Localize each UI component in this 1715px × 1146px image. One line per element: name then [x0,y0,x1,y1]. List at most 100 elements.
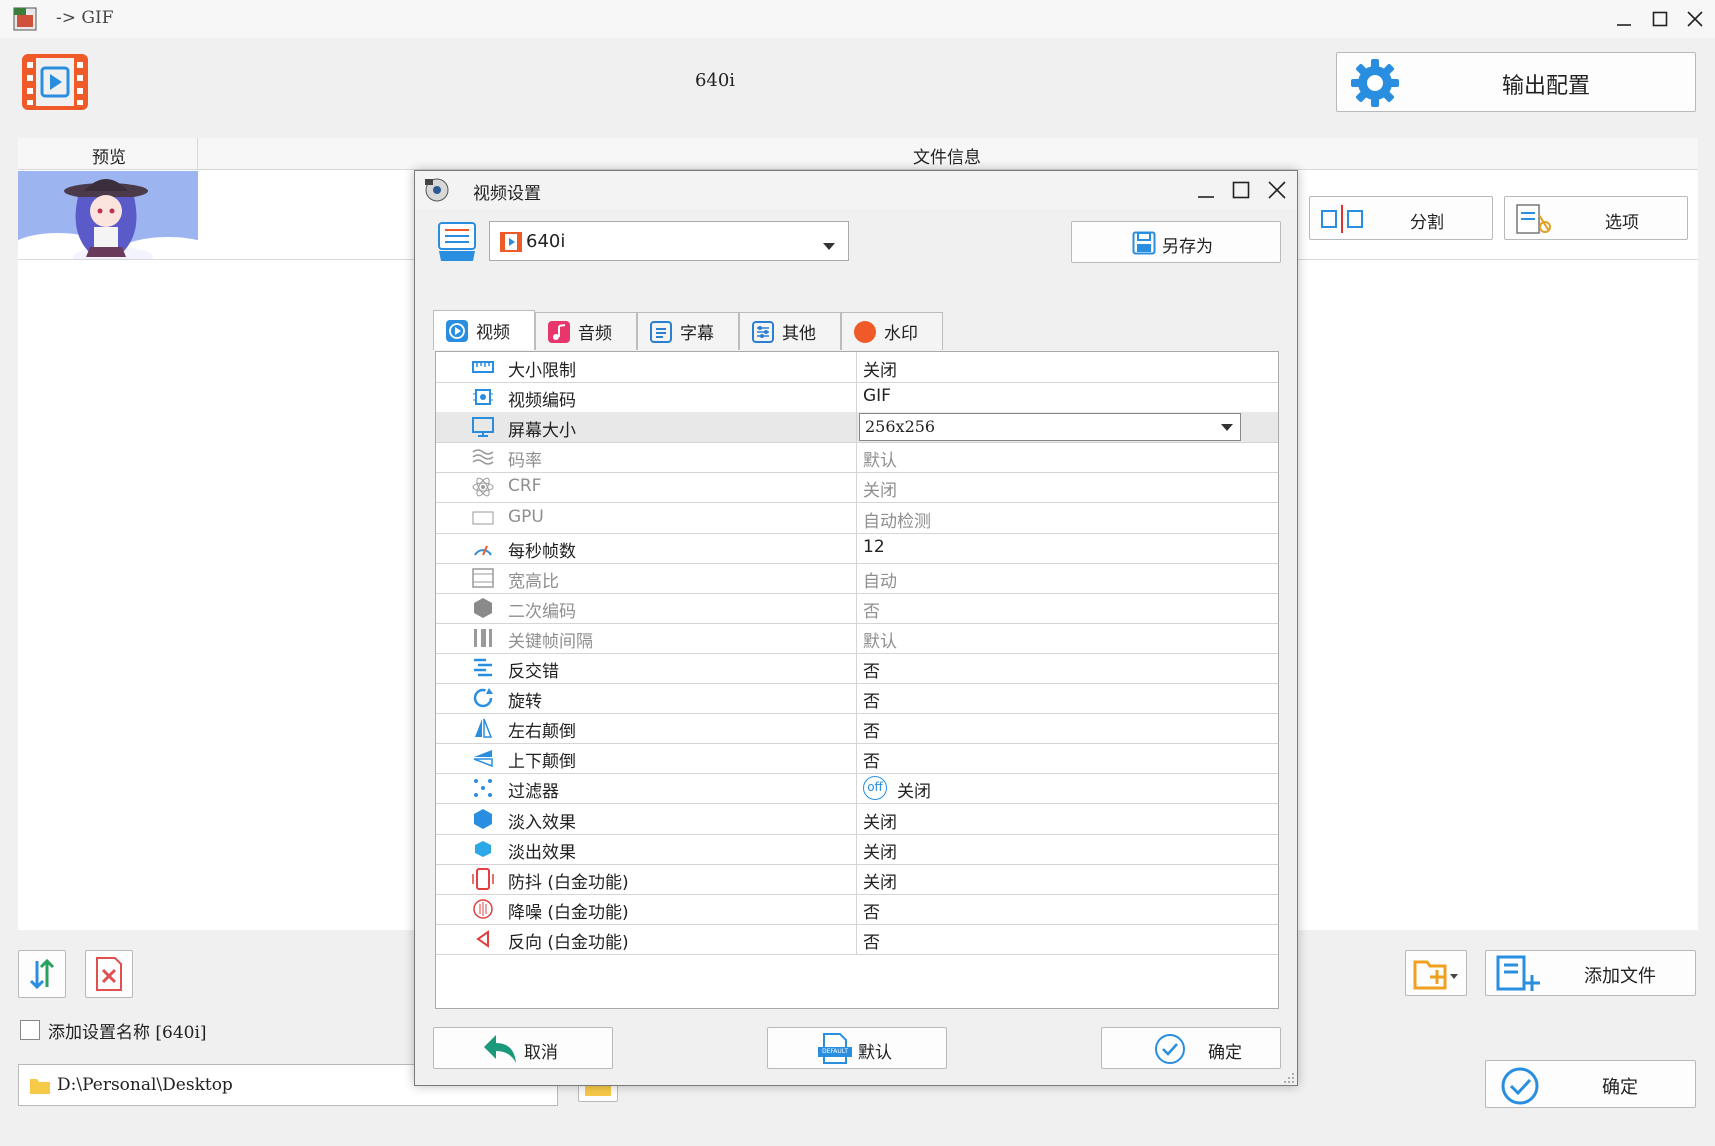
split-icon [1320,205,1364,238]
settings-row[interactable]: 大小限制 关闭 [436,352,1278,383]
cancel-button[interactable]: 取消 [433,1027,613,1069]
main-confirm-button[interactable]: 确定 [1485,1060,1696,1108]
settings-row-value[interactable]: 否 [863,657,880,682]
dialog-maximize-icon[interactable] [1232,181,1250,204]
row-divider [856,743,857,774]
denoise-icon [473,899,493,919]
settings-row[interactable]: 宽高比 自动 [436,562,1278,594]
sort-button[interactable] [18,950,66,998]
row-divider [856,893,857,924]
settings-row[interactable]: 反交错 否 [436,653,1278,684]
film-icon [500,232,522,257]
column-header: 预览 文件信息 [18,138,1698,170]
settings-row[interactable]: 屏幕大小 256x256 [436,412,1278,444]
row-divider [856,442,857,473]
settings-row[interactable]: 降噪 (白金功能) 否 [436,893,1278,925]
settings-row[interactable]: 反向 (白金功能) 否 [436,923,1278,955]
settings-grid: 大小限制 关闭 视频编码 GIF 屏幕大小 256x256 码率 默认 CRF 关闭 GPU 自动检测… [435,351,1279,1009]
default-button[interactable]: DEFAULT 默认 [767,1027,947,1069]
settings-row[interactable]: GPU 自动检测 [436,502,1278,534]
settings-row-label: 反向 (白金功能) [508,932,629,953]
settings-row-value[interactable]: 关闭 [897,777,931,802]
dialog-close-icon[interactable] [1267,180,1287,205]
options-label: 选项 [1605,213,1639,233]
tab-video[interactable]: 视频 [433,310,535,350]
settings-row[interactable]: 左右颠倒 否 [436,713,1278,745]
settings-row[interactable]: 旋转 否 [436,683,1278,715]
atom-icon [472,478,494,497]
tab-subtitle-label: 字幕 [680,324,714,344]
settings-row-value[interactable]: 否 [863,747,880,772]
preset-value: 640i [526,231,566,252]
settings-row-value[interactable]: 否 [863,717,880,742]
settings-row-value[interactable]: 关闭 [863,356,897,381]
settings-row[interactable]: 淡出效果 关闭 [436,833,1278,865]
video-thumbnail[interactable] [18,171,198,259]
default-label: 默认 [858,1043,892,1063]
options-icon [1515,203,1555,240]
settings-row-value[interactable]: 默认 [863,627,897,652]
chevron-down-icon [1221,424,1233,432]
row-divider [856,412,857,443]
settings-row-value[interactable]: 关闭 [863,868,897,893]
add-folder-button[interactable] [1405,950,1467,996]
add-setting-name-checkbox[interactable] [20,1020,40,1040]
screen-size-select[interactable]: 256x256 [859,413,1241,442]
tab-watermark[interactable]: 水印 [841,312,943,350]
settings-row-label: 防抖 (白金功能) [508,872,629,893]
dialog-app-icon [423,177,451,208]
settings-row-value[interactable]: 12 [863,537,885,557]
settings-row[interactable]: 每秒帧数 12 [436,532,1278,564]
settings-row-value[interactable]: 否 [863,687,880,712]
dialog-minimize-icon[interactable] [1197,181,1215,204]
tab-other[interactable]: 其他 [739,312,841,350]
app-icon [12,6,38,32]
tab-audio[interactable]: 音频 [535,312,637,350]
dialog-title: 视频设置 [473,184,541,204]
settings-row[interactable]: 码率 默认 [436,442,1278,474]
row-divider [856,653,857,683]
settings-row-value[interactable]: 自动 [863,567,897,592]
preset-list-icon [437,221,477,268]
close-icon[interactable] [1680,4,1710,34]
settings-row[interactable]: CRF 关闭 [436,472,1278,504]
output-config-button[interactable]: 输出配置 [1336,52,1696,112]
tab-audio-label: 音频 [578,324,612,344]
tab-video-label: 视频 [476,323,510,343]
add-file-button[interactable]: 添加文件 [1485,950,1696,996]
remove-file-button[interactable] [85,950,133,998]
ok-button[interactable]: 确定 [1101,1027,1281,1069]
settings-row[interactable]: 淡入效果 关闭 [436,803,1278,835]
sliders-icon [752,320,774,343]
settings-row[interactable]: 二次编码 否 [436,592,1278,624]
gear-icon [1349,57,1401,114]
settings-row-value[interactable]: 否 [863,597,880,622]
preset-select[interactable]: 640i [489,221,849,261]
split-button[interactable]: 分割 [1309,196,1493,240]
resize-grip-icon[interactable] [1281,1069,1295,1089]
settings-row-value[interactable]: 关闭 [863,476,897,501]
split-label: 分割 [1410,213,1444,233]
maximize-icon[interactable] [1645,4,1675,34]
save-as-button[interactable]: 另存为 [1071,221,1281,263]
settings-row-value[interactable]: GIF [863,386,891,406]
chevron-down-icon [822,237,836,257]
settings-row-value[interactable]: 关闭 [863,838,897,863]
settings-row-value[interactable]: 自动检测 [863,507,931,532]
off-toggle-icon[interactable]: off [863,776,887,801]
settings-row[interactable]: 视频编码 GIF [436,382,1278,414]
screen-icon [472,417,494,438]
tab-subtitle[interactable]: 字幕 [637,312,739,350]
settings-row-value[interactable]: 关闭 [863,808,897,833]
settings-row-value[interactable]: 默认 [863,446,897,471]
settings-row-value[interactable]: 否 [863,928,880,953]
settings-row[interactable]: 防抖 (白金功能) 关闭 [436,863,1278,895]
settings-row-value[interactable]: 否 [863,898,880,923]
title-bar: -> GIF [0,0,1715,38]
settings-row[interactable]: 上下颠倒 否 [436,743,1278,775]
settings-row[interactable]: 过滤器 off 关闭 [436,773,1278,805]
settings-row-label: 淡入效果 [508,812,576,833]
settings-row[interactable]: 关键帧间隔 默认 [436,622,1278,654]
minimize-icon[interactable] [1609,4,1639,34]
options-button[interactable]: 选项 [1504,196,1688,240]
